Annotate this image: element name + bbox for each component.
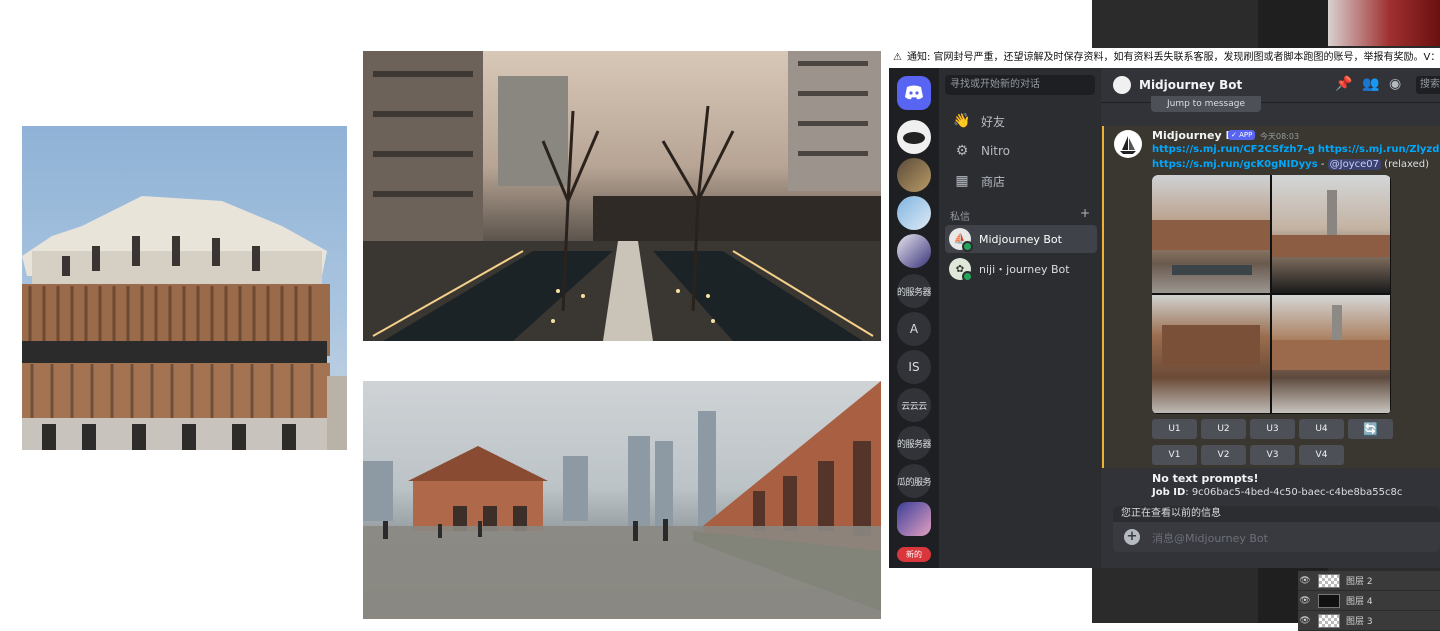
viewing-old-messages-banner[interactable]: 您正在查看以前的信息 xyxy=(1113,506,1440,522)
layer-name: 图层 2 xyxy=(1346,577,1373,587)
notice-text: 通知: 官网封号严重，还望谅解及时保存资料，如有资料丢失联系客服，发现刷图或者脚… xyxy=(907,52,1440,63)
profile-icon[interactable]: ◉ xyxy=(1389,76,1401,92)
dm-item-midjourney[interactable]: ⛵ Midjourney Bot xyxy=(945,225,1097,253)
bot-avatar: ⛵ xyxy=(949,228,973,252)
server-avatar[interactable] xyxy=(897,502,931,536)
variation-button-1[interactable]: V1 xyxy=(1152,445,1197,465)
dm-nav-friends[interactable]: 👋 好友 xyxy=(945,108,1095,134)
layer-thumbnail xyxy=(1318,593,1340,608)
eye-icon[interactable]: 👁 xyxy=(1298,616,1312,626)
dm-nav-shop[interactable]: ▦ 商店 xyxy=(945,168,1095,194)
shop-icon: ▦ xyxy=(955,173,969,189)
upscale-button-3[interactable]: U3 xyxy=(1250,419,1295,439)
dm-section-label: 私信 xyxy=(950,212,970,223)
jump-to-message-button[interactable]: Jump to message xyxy=(1151,96,1261,112)
chat-search-input[interactable]: 搜索 xyxy=(1416,76,1440,94)
job-id: Job ID: 9c06bac5-4bed-4c50-baec-c4be8ba5… xyxy=(1152,487,1402,498)
image-link[interactable]: https://s.mj.run/CF2CSfzh7-g xyxy=(1152,144,1315,155)
add-friend-icon[interactable]: 👥 xyxy=(1362,76,1379,92)
plaza-photo xyxy=(363,381,881,619)
new-badge[interactable]: 新的 xyxy=(897,547,931,562)
warning-icon: ⚠ xyxy=(893,52,902,63)
dm-nav-label: Nitro xyxy=(981,144,1011,158)
bot-avatar: ✿ xyxy=(949,258,973,282)
separator-text: - xyxy=(1317,159,1328,170)
layer-row[interactable]: 👁 图层 3 xyxy=(1298,611,1440,631)
add-dm-icon[interactable]: + xyxy=(1080,206,1090,220)
reroll-icon: 🔄 xyxy=(1363,422,1378,436)
reroll-button[interactable]: 🔄 xyxy=(1348,419,1393,439)
online-status-icon xyxy=(962,241,973,252)
courtyard-photo xyxy=(363,51,881,341)
server-text-icon[interactable]: IS xyxy=(897,350,931,384)
layer-name: 图层 4 xyxy=(1346,597,1373,607)
job-id-value: : 9c06bac5-4bed-4c50-baec-c4be8ba55c8c xyxy=(1185,487,1403,498)
grid-image-4[interactable] xyxy=(1272,295,1390,413)
grid-image-2[interactable] xyxy=(1272,175,1390,293)
layer-thumbnail xyxy=(1318,573,1340,588)
friends-icon: 👋 xyxy=(953,113,971,129)
dm-nav-nitro[interactable]: ⚙ Nitro xyxy=(945,138,1095,164)
server-avatar[interactable] xyxy=(897,196,931,230)
dm-item-niji[interactable]: ✿ niji・journey Bot xyxy=(945,255,1097,283)
upscale-button-4[interactable]: U4 xyxy=(1299,419,1344,439)
message-links-line: https://s.mj.run/CF2CSfzh7-g https://s.m… xyxy=(1152,144,1440,155)
variation-button-4[interactable]: V4 xyxy=(1299,445,1344,465)
upscale-button-2[interactable]: U2 xyxy=(1201,419,1246,439)
image-link[interactable]: https://s.mj.run/gcK0gNIDyys xyxy=(1152,159,1318,170)
server-avatar[interactable] xyxy=(897,234,931,268)
image-grid[interactable] xyxy=(1152,175,1391,414)
dm-item-label: niji・journey Bot xyxy=(979,263,1070,276)
layer-row[interactable]: 👁 图层 4 xyxy=(1298,591,1440,611)
add-attachment-icon[interactable]: + xyxy=(1124,529,1140,545)
server-text-icon[interactable]: A xyxy=(897,312,931,346)
grid-image-3[interactable] xyxy=(1152,295,1270,413)
user-mention[interactable]: @Joyce07 xyxy=(1327,159,1381,170)
dm-nav-label: 商店 xyxy=(981,174,1006,189)
chat-title: Midjourney Bot xyxy=(1139,78,1243,92)
server-text-icon[interactable]: 瓜的服务 xyxy=(897,464,931,498)
layer-thumbnail xyxy=(1318,613,1340,628)
message-timestamp: 今天08:03 xyxy=(1260,132,1300,141)
dm-nav-label: 好友 xyxy=(981,114,1006,129)
bot-avatar xyxy=(1113,76,1131,94)
dm-search-input[interactable]: 寻找或开始新的对话 xyxy=(945,75,1095,95)
variation-button-3[interactable]: V3 xyxy=(1250,445,1295,465)
nitro-icon: ⚙ xyxy=(955,143,969,159)
color-picker-swatch[interactable] xyxy=(1328,0,1440,46)
eye-icon[interactable]: 👁 xyxy=(1298,576,1312,586)
mode-text: (relaxed) xyxy=(1381,159,1430,170)
notice-bar: ⚠ 通知: 官网封号严重，还望谅解及时保存资料，如有资料丢失联系客服，发现刷图或者… xyxy=(889,48,1440,68)
bot-avatar[interactable] xyxy=(1114,130,1142,158)
pin-icon[interactable]: 📌 xyxy=(1335,76,1352,92)
layer-name: 图层 3 xyxy=(1346,617,1373,627)
server-text-icon[interactable]: 的服务器 xyxy=(897,426,931,460)
facade-photo xyxy=(22,126,347,450)
job-id-label: Job ID xyxy=(1152,487,1186,498)
app-badge: ✓ APP xyxy=(1228,130,1256,140)
grid-image-1[interactable] xyxy=(1152,175,1270,293)
server-text-icon[interactable]: 的服务器 xyxy=(897,274,931,308)
no-text-prompts: No text prompts! xyxy=(1152,472,1259,485)
eye-icon[interactable]: 👁 xyxy=(1298,596,1312,606)
message-links-line: https://s.mj.run/gcK0gNIDyys - @Joyce07 … xyxy=(1152,159,1429,170)
message-input[interactable]: 消息@Midjourney Bot xyxy=(1152,530,1268,546)
image-link[interactable]: https://s.mj.run/Zlyzd1HEAoI xyxy=(1318,144,1440,155)
upscale-button-1[interactable]: U1 xyxy=(1152,419,1197,439)
server-avatar[interactable] xyxy=(897,120,931,154)
server-avatar[interactable] xyxy=(897,158,931,192)
server-text-icon[interactable]: 云云云 xyxy=(897,388,931,422)
online-status-icon xyxy=(962,271,973,282)
variation-button-2[interactable]: V2 xyxy=(1201,445,1246,465)
dm-item-label: Midjourney Bot xyxy=(979,232,1062,246)
layer-row[interactable]: 👁 图层 2 xyxy=(1298,571,1440,591)
discord-home-icon[interactable] xyxy=(897,76,931,110)
